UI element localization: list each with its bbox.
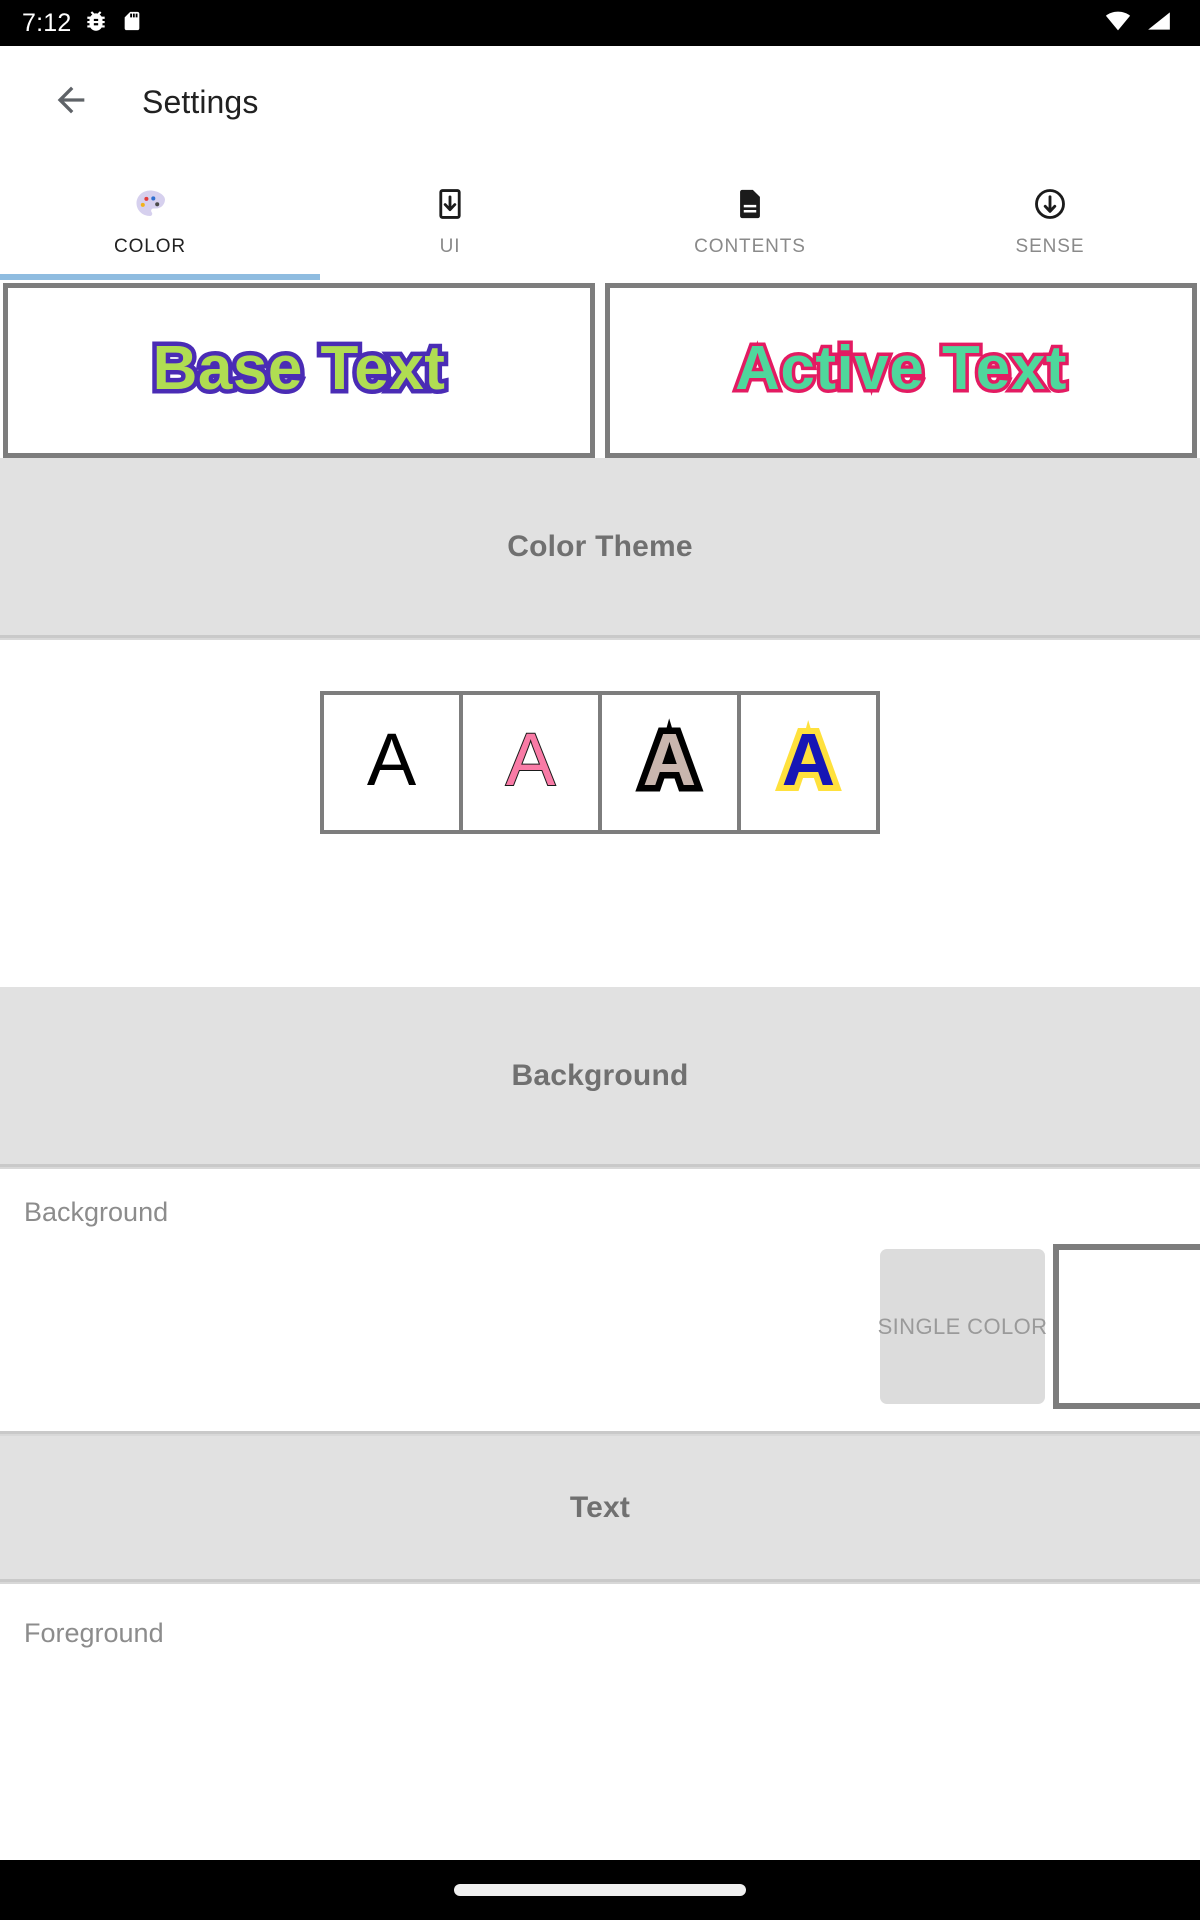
foreground-row-label: Foreground	[24, 1618, 164, 1648]
system-navigation-bar	[0, 1860, 1200, 1920]
tab-ui[interactable]: UI	[300, 158, 600, 280]
section-header-color-theme: Color Theme	[0, 458, 1200, 635]
section-header-background: Background	[0, 987, 1200, 1164]
tab-label-ui: UI	[439, 236, 461, 257]
active-text-preview-label: Active Text	[732, 333, 1070, 403]
theme-swatch-2[interactable]: A	[463, 695, 598, 830]
background-color-swatch[interactable]	[1053, 1244, 1200, 1409]
theme-swatch-4[interactable]: A	[741, 695, 876, 830]
tab-label-sense: SENSE	[1015, 236, 1085, 257]
theme-swatch-glyph: A	[366, 717, 417, 801]
theme-swatch-1[interactable]: A	[324, 695, 459, 830]
home-gesture-pill[interactable]	[454, 1884, 746, 1896]
base-text-preview-card[interactable]: Base Text	[3, 283, 595, 458]
cell-signal-icon	[1146, 10, 1172, 37]
theme-swatch-glyph: A	[636, 716, 703, 803]
active-text-preview-card[interactable]: Active Text	[605, 283, 1197, 458]
palette-icon	[132, 186, 168, 222]
section-header-text: Text	[0, 1436, 1200, 1579]
base-text-preview-label: Base Text	[148, 333, 449, 404]
tab-selection-indicator	[0, 274, 320, 280]
background-row-label: Background	[24, 1197, 169, 1227]
sd-card-icon	[121, 8, 143, 39]
section-title-text: Text	[569, 1490, 631, 1524]
foreground-option-row[interactable]: Foreground	[0, 1584, 1200, 1674]
preview-row: Base Text Active Text	[0, 283, 1200, 458]
wifi-icon	[1104, 10, 1132, 37]
color-theme-swatch-row: A A A A	[0, 640, 1200, 885]
bug-icon	[83, 8, 109, 39]
app-bar: Settings	[0, 46, 1200, 158]
background-option-row[interactable]: Background SINGLE COLOR	[0, 1169, 1200, 1431]
app-screen: 7:12 Settings COLOR UI CONTENTS SENSE Ba…	[0, 0, 1200, 1920]
tab-label-contents: CONTENTS	[694, 236, 806, 257]
arrow-back-icon	[51, 80, 91, 125]
status-bar-right	[1104, 10, 1178, 37]
arrow-circle-down-icon	[1032, 186, 1068, 222]
back-button[interactable]	[44, 75, 98, 129]
color-theme-group: A A A A	[320, 691, 880, 834]
tab-sense[interactable]: SENSE	[900, 158, 1200, 280]
status-clock: 7:12	[22, 8, 72, 37]
section-title-color-theme: Color Theme	[507, 529, 693, 563]
tab-bar: COLOR UI CONTENTS SENSE	[0, 158, 1200, 280]
document-icon	[733, 186, 767, 222]
spacer-after-themes	[0, 885, 1200, 987]
theme-swatch-glyph: A	[776, 716, 842, 802]
theme-swatch-glyph: A	[505, 717, 556, 801]
tab-label-color: COLOR	[113, 236, 187, 257]
section-title-background: Background	[511, 1058, 689, 1092]
theme-swatch-3[interactable]: A	[602, 695, 737, 830]
page-title: Settings	[142, 83, 259, 120]
status-bar: 7:12	[0, 0, 1200, 46]
tab-contents[interactable]: CONTENTS	[600, 158, 900, 280]
background-mode-button[interactable]: SINGLE COLOR	[878, 1249, 1047, 1404]
tab-color[interactable]: COLOR	[0, 158, 300, 280]
background-row-controls: SINGLE COLOR	[878, 1244, 1200, 1409]
install-mobile-icon	[433, 186, 467, 222]
status-bar-left: 7:12	[22, 8, 143, 39]
